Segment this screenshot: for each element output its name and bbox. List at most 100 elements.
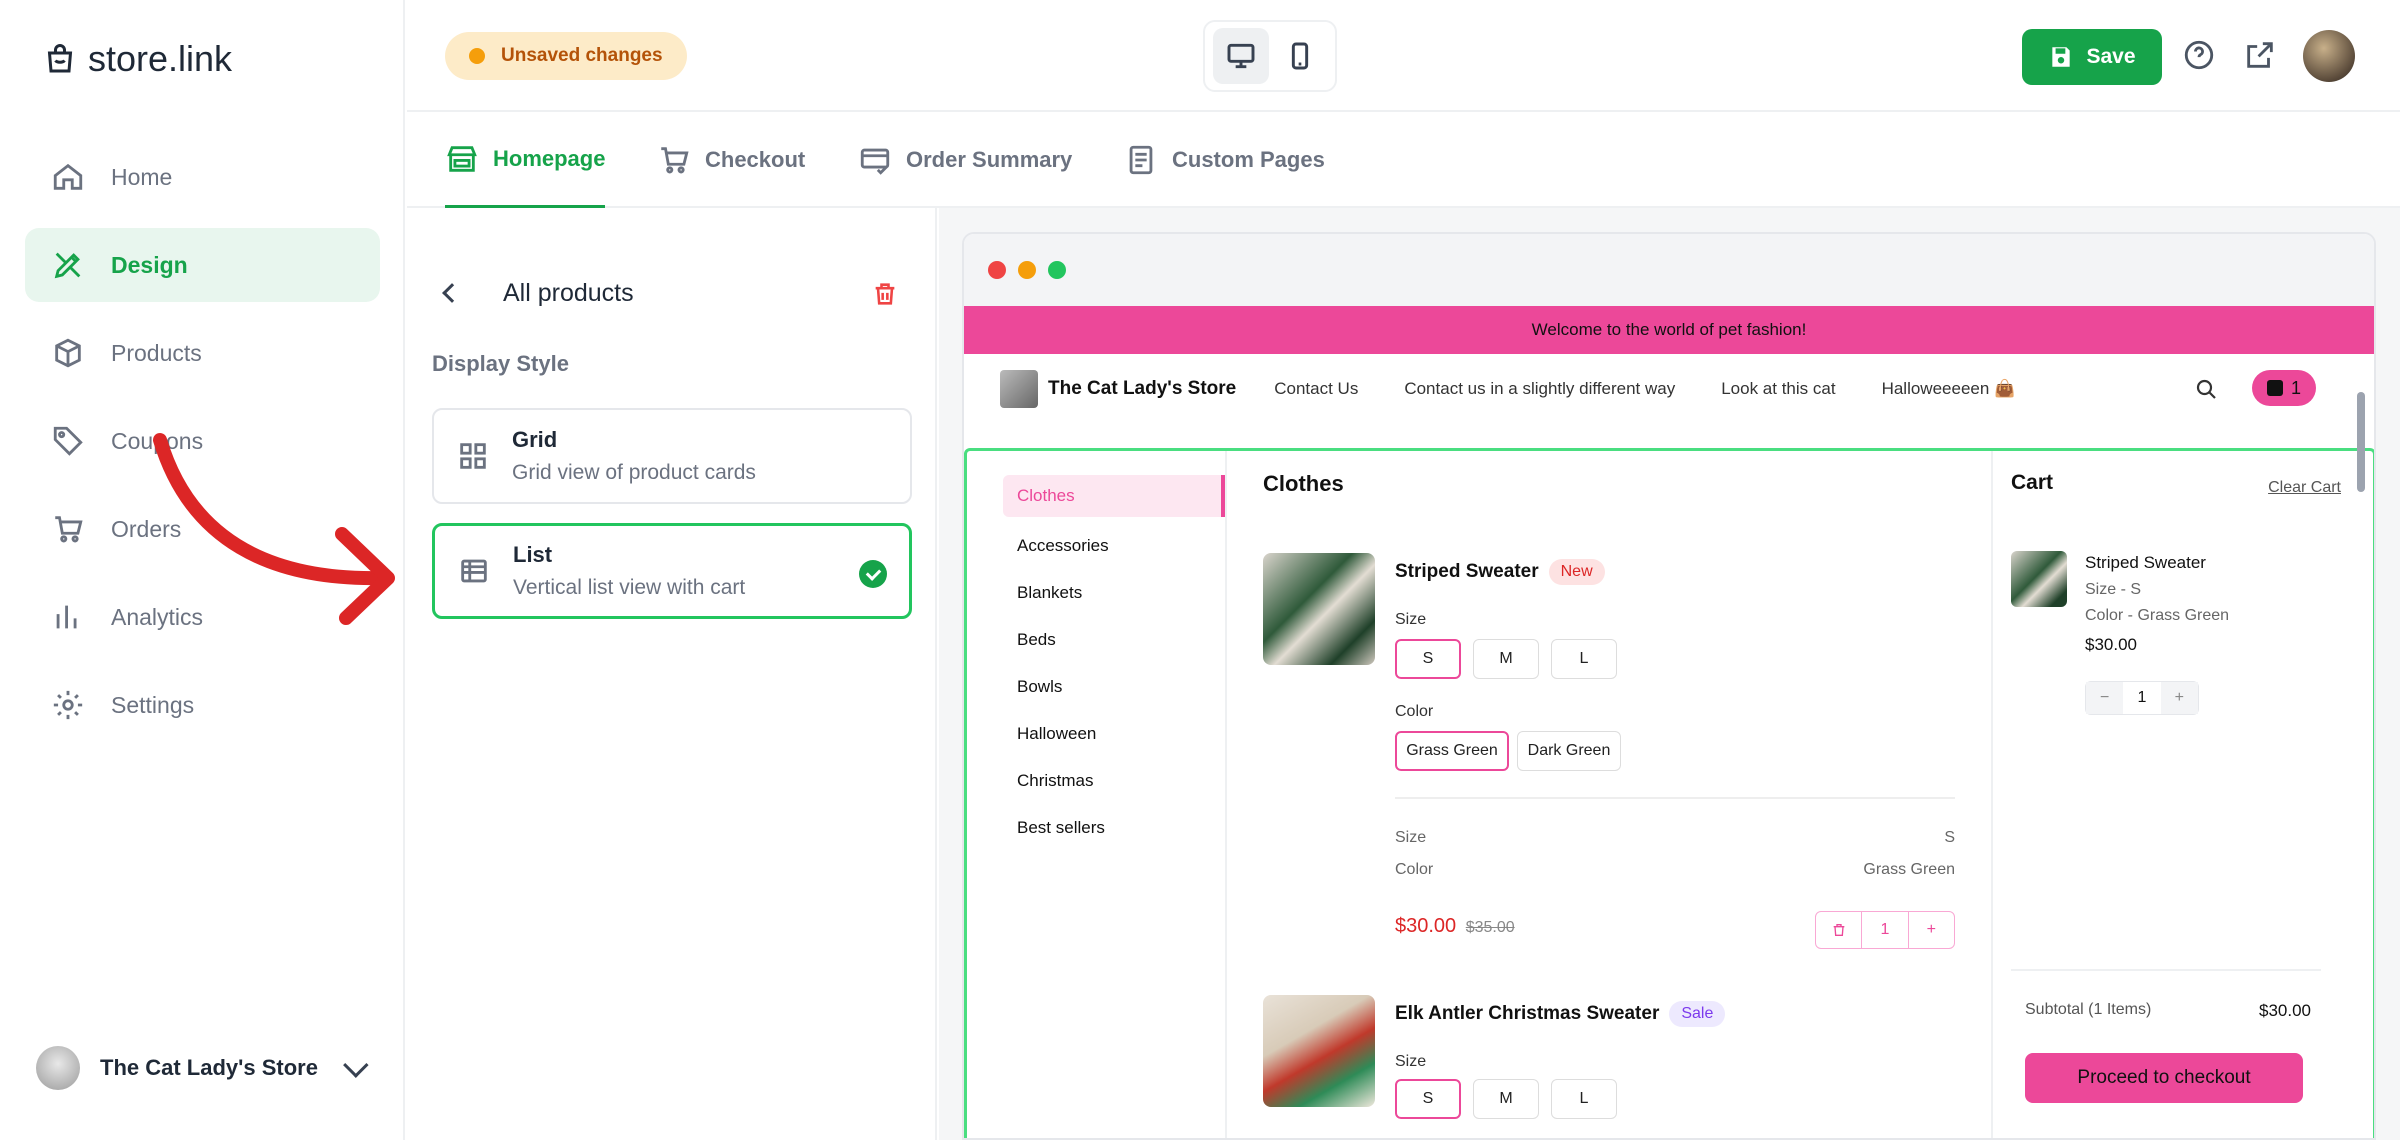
divider xyxy=(1991,451,1993,1138)
option-title: Grid xyxy=(512,427,558,452)
category-item[interactable]: Clothes xyxy=(1003,475,1225,517)
product-item: Elk Antler Christmas Sweater Sale Size S… xyxy=(1263,995,1963,1138)
divider xyxy=(2011,969,2321,971)
category-item[interactable]: Best sellers xyxy=(1003,804,1225,851)
size-option[interactable]: M xyxy=(1473,639,1539,679)
cart-count: 1 xyxy=(2290,377,2301,398)
size-option[interactable]: S xyxy=(1395,639,1461,679)
back-icon[interactable] xyxy=(442,283,462,303)
cart-button[interactable]: 1 xyxy=(2252,370,2316,406)
store-nav-link[interactable]: Contact us in a slightly different way xyxy=(1404,379,1675,399)
preview-scrollbar[interactable] xyxy=(2354,302,2368,1118)
color-option[interactable]: Grass Green xyxy=(1395,731,1509,771)
user-avatar[interactable] xyxy=(2303,30,2355,82)
display-option-grid[interactable]: Grid Grid view of product cards xyxy=(432,408,912,504)
cart-quantity-value[interactable]: 1 xyxy=(2123,682,2161,714)
store-nav-link[interactable]: Look at this cat xyxy=(1721,379,1835,399)
open-store-button[interactable] xyxy=(2243,38,2277,72)
display-style-label: Display Style xyxy=(432,351,569,376)
editor-tabs: Homepage Checkout Order Summary Custom P… xyxy=(407,112,2400,208)
sidebar-nav: Home Design Products Coupons Orders Anal… xyxy=(25,140,380,756)
sidebar-item-home[interactable]: Home xyxy=(25,140,380,214)
sidebar-item-label: Products xyxy=(111,339,202,366)
cart-item-name: Striped Sweater xyxy=(2085,553,2206,572)
product-image[interactable] xyxy=(1263,995,1375,1107)
product-list-section[interactable]: Clothes Accessories Blankets Beds Bowls … xyxy=(964,448,2374,1138)
mobile-view-button[interactable] xyxy=(1272,28,1328,84)
quantity-value[interactable]: 1 xyxy=(1862,912,1909,948)
store-banner: Welcome to the world of pet fashion! xyxy=(964,306,2374,354)
store-nav-link[interactable]: Contact Us xyxy=(1274,379,1358,399)
remove-item-button[interactable] xyxy=(1816,912,1863,948)
category-item[interactable]: Bowls xyxy=(1003,663,1225,710)
cart-item-image xyxy=(2011,551,2067,607)
tab-label: Homepage xyxy=(493,145,606,171)
category-item[interactable]: Accessories xyxy=(1003,522,1225,569)
sidebar-item-label: Settings xyxy=(111,691,195,718)
desktop-view-button[interactable] xyxy=(1212,28,1269,84)
store-switcher[interactable]: The Cat Lady's Store xyxy=(36,1046,369,1090)
browser-chrome xyxy=(964,234,2374,306)
increment-button[interactable]: + xyxy=(1909,912,1954,948)
tab-checkout[interactable]: Checkout xyxy=(657,112,805,208)
category-title: Clothes xyxy=(1263,471,1344,496)
size-option[interactable]: S xyxy=(1395,1079,1461,1119)
color-option[interactable]: Dark Green xyxy=(1517,731,1621,771)
category-item[interactable]: Halloween xyxy=(1003,710,1225,757)
cart-item-price: $30.00 xyxy=(2085,635,2137,654)
floppy-icon xyxy=(2052,47,2071,67)
size-label: Size xyxy=(1395,1053,1427,1070)
app-logo[interactable]: store.link xyxy=(42,38,232,80)
option-description: Vertical list view with cart xyxy=(513,576,746,599)
subtotal-label: Subtotal (1 Items) xyxy=(2025,1001,2152,1018)
size-option[interactable]: L xyxy=(1551,1079,1617,1119)
category-item[interactable]: Beds xyxy=(1003,616,1225,663)
decrement-button[interactable]: − xyxy=(2086,682,2124,714)
store-switcher-name: The Cat Lady's Store xyxy=(100,1055,318,1080)
category-item[interactable]: Christmas xyxy=(1003,757,1225,804)
store-logo[interactable] xyxy=(1000,370,1038,408)
sidebar-item-design[interactable]: Design xyxy=(25,228,380,302)
increment-button[interactable]: + xyxy=(2160,682,2198,714)
clear-cart-link[interactable]: Clear Cart xyxy=(2268,479,2341,497)
category-list: Clothes Accessories Blankets Beds Bowls … xyxy=(1003,475,1225,851)
sidebar-item-products[interactable]: Products xyxy=(25,316,380,390)
store-navbar: The Cat Lady's Store Contact Us Contact … xyxy=(964,354,2374,424)
checkout-button[interactable]: Proceed to checkout xyxy=(2025,1053,2303,1103)
chart-icon xyxy=(56,605,77,629)
tab-custom-pages[interactable]: Custom Pages xyxy=(1124,112,1325,208)
window-close-dot xyxy=(988,261,1006,279)
cart-panel: Cart Clear Cart Striped Sweater Size - S… xyxy=(2011,471,2351,1131)
size-label: Size xyxy=(1395,611,1427,628)
store-search-button[interactable] xyxy=(2194,377,2218,401)
product-title: Elk Antler Christmas Sweater xyxy=(1395,1003,1660,1024)
tab-order-summary[interactable]: Order Summary xyxy=(858,112,1072,208)
size-option[interactable]: M xyxy=(1473,1079,1539,1119)
summary-color-label: Color xyxy=(1395,861,1434,878)
app-name: store.link xyxy=(88,38,233,79)
store-name[interactable]: The Cat Lady's Store xyxy=(1048,378,1236,400)
category-item[interactable]: Blankets xyxy=(1003,569,1225,616)
display-option-list[interactable]: List Vertical list view with cart xyxy=(432,523,912,619)
tab-label: Order Summary xyxy=(906,147,1073,172)
product-image[interactable] xyxy=(1263,553,1375,665)
store-nav-link[interactable]: Halloweeeeen 👜 xyxy=(1882,379,2016,399)
store-avatar xyxy=(36,1046,80,1090)
help-button[interactable] xyxy=(2182,38,2216,72)
window-minimize-dot xyxy=(1018,261,1036,279)
option-title: List xyxy=(513,542,553,567)
sidebar-item-orders[interactable]: Orders xyxy=(25,492,380,566)
design-icon xyxy=(54,252,81,279)
cart-quantity-stepper: − 1 + xyxy=(2085,681,2199,715)
save-button[interactable]: Save xyxy=(2022,29,2162,85)
size-option[interactable]: L xyxy=(1551,639,1617,679)
sidebar-item-analytics[interactable]: Analytics xyxy=(25,580,380,654)
sidebar-item-coupons[interactable]: Coupons xyxy=(25,404,380,478)
old-price: $35.00 xyxy=(1465,919,1515,936)
scrollbar-thumb[interactable] xyxy=(2357,392,2365,492)
delete-section-button[interactable] xyxy=(871,280,899,308)
sidebar-item-settings[interactable]: Settings xyxy=(25,668,380,742)
tab-homepage[interactable]: Homepage xyxy=(445,112,606,208)
cart-icon xyxy=(661,147,689,174)
home-icon xyxy=(53,163,83,190)
